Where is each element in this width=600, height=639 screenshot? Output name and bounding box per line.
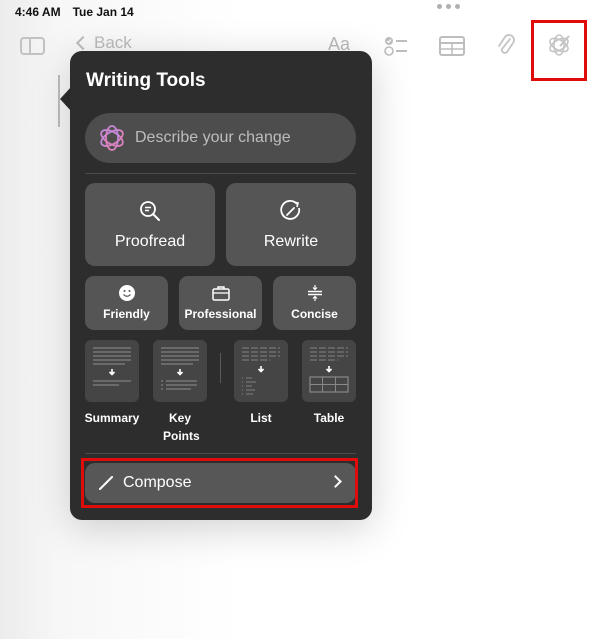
- sidebar-icon[interactable]: [20, 37, 45, 55]
- key-points-thumbnail-icon: [161, 347, 199, 390]
- professional-label: Professional: [184, 307, 257, 321]
- friendly-button[interactable]: Friendly: [85, 276, 168, 330]
- divider: [85, 453, 356, 454]
- attachment-icon[interactable]: [496, 34, 516, 58]
- checklist-icon[interactable]: [383, 35, 409, 57]
- apple-intelligence-icon: [100, 125, 124, 151]
- highlight-compose: [81, 458, 358, 508]
- briefcase-icon: [211, 286, 230, 301]
- describe-change-input[interactable]: [135, 129, 345, 147]
- back-label: Back: [94, 33, 132, 52]
- rewrite-label: Rewrite: [263, 232, 319, 250]
- rewrite-icon: [280, 199, 301, 220]
- proofread-icon: [140, 200, 160, 221]
- proofread-label: Proofread: [114, 232, 186, 250]
- status-date: Tue Jan 14: [72, 5, 134, 19]
- table-icon[interactable]: [439, 36, 465, 56]
- list-button[interactable]: [234, 340, 288, 402]
- table-button[interactable]: [302, 340, 356, 402]
- friendly-label: Friendly: [103, 307, 150, 321]
- status-time: 4:46 AM: [15, 5, 61, 19]
- concise-button[interactable]: Concise: [273, 276, 356, 330]
- table-label: Table: [313, 411, 345, 425]
- format-divider: [220, 353, 221, 383]
- table-thumbnail-icon: [309, 347, 349, 393]
- summary-label: Summary: [84, 411, 140, 425]
- chevron-left-icon: [75, 35, 91, 51]
- describe-change-field[interactable]: [85, 113, 356, 163]
- professional-button[interactable]: Professional: [179, 276, 262, 330]
- rewrite-button[interactable]: Rewrite: [226, 183, 356, 266]
- multitasking-dots[interactable]: [437, 4, 460, 9]
- summary-thumbnail-icon: [93, 347, 131, 386]
- list-label: List: [250, 411, 272, 425]
- list-thumbnail-icon: [242, 347, 280, 395]
- proofread-button[interactable]: Proofread: [85, 183, 215, 266]
- smiley-icon: [118, 285, 135, 301]
- highlight-writing-tools: [531, 20, 587, 81]
- key-points-button[interactable]: [153, 340, 207, 402]
- concise-label: Concise: [291, 307, 338, 321]
- concise-icon: [307, 285, 322, 301]
- status-bar: 4:46 AM Tue Jan 14: [15, 5, 134, 19]
- key-points-label: Key Points: [163, 411, 200, 443]
- writing-tools-popover: Writing Tools Proofread Rewrite: [70, 51, 372, 520]
- divider: [85, 173, 356, 174]
- summary-button[interactable]: [85, 340, 139, 402]
- back-button[interactable]: Back: [74, 33, 132, 53]
- popover-title: Writing Tools: [86, 70, 206, 91]
